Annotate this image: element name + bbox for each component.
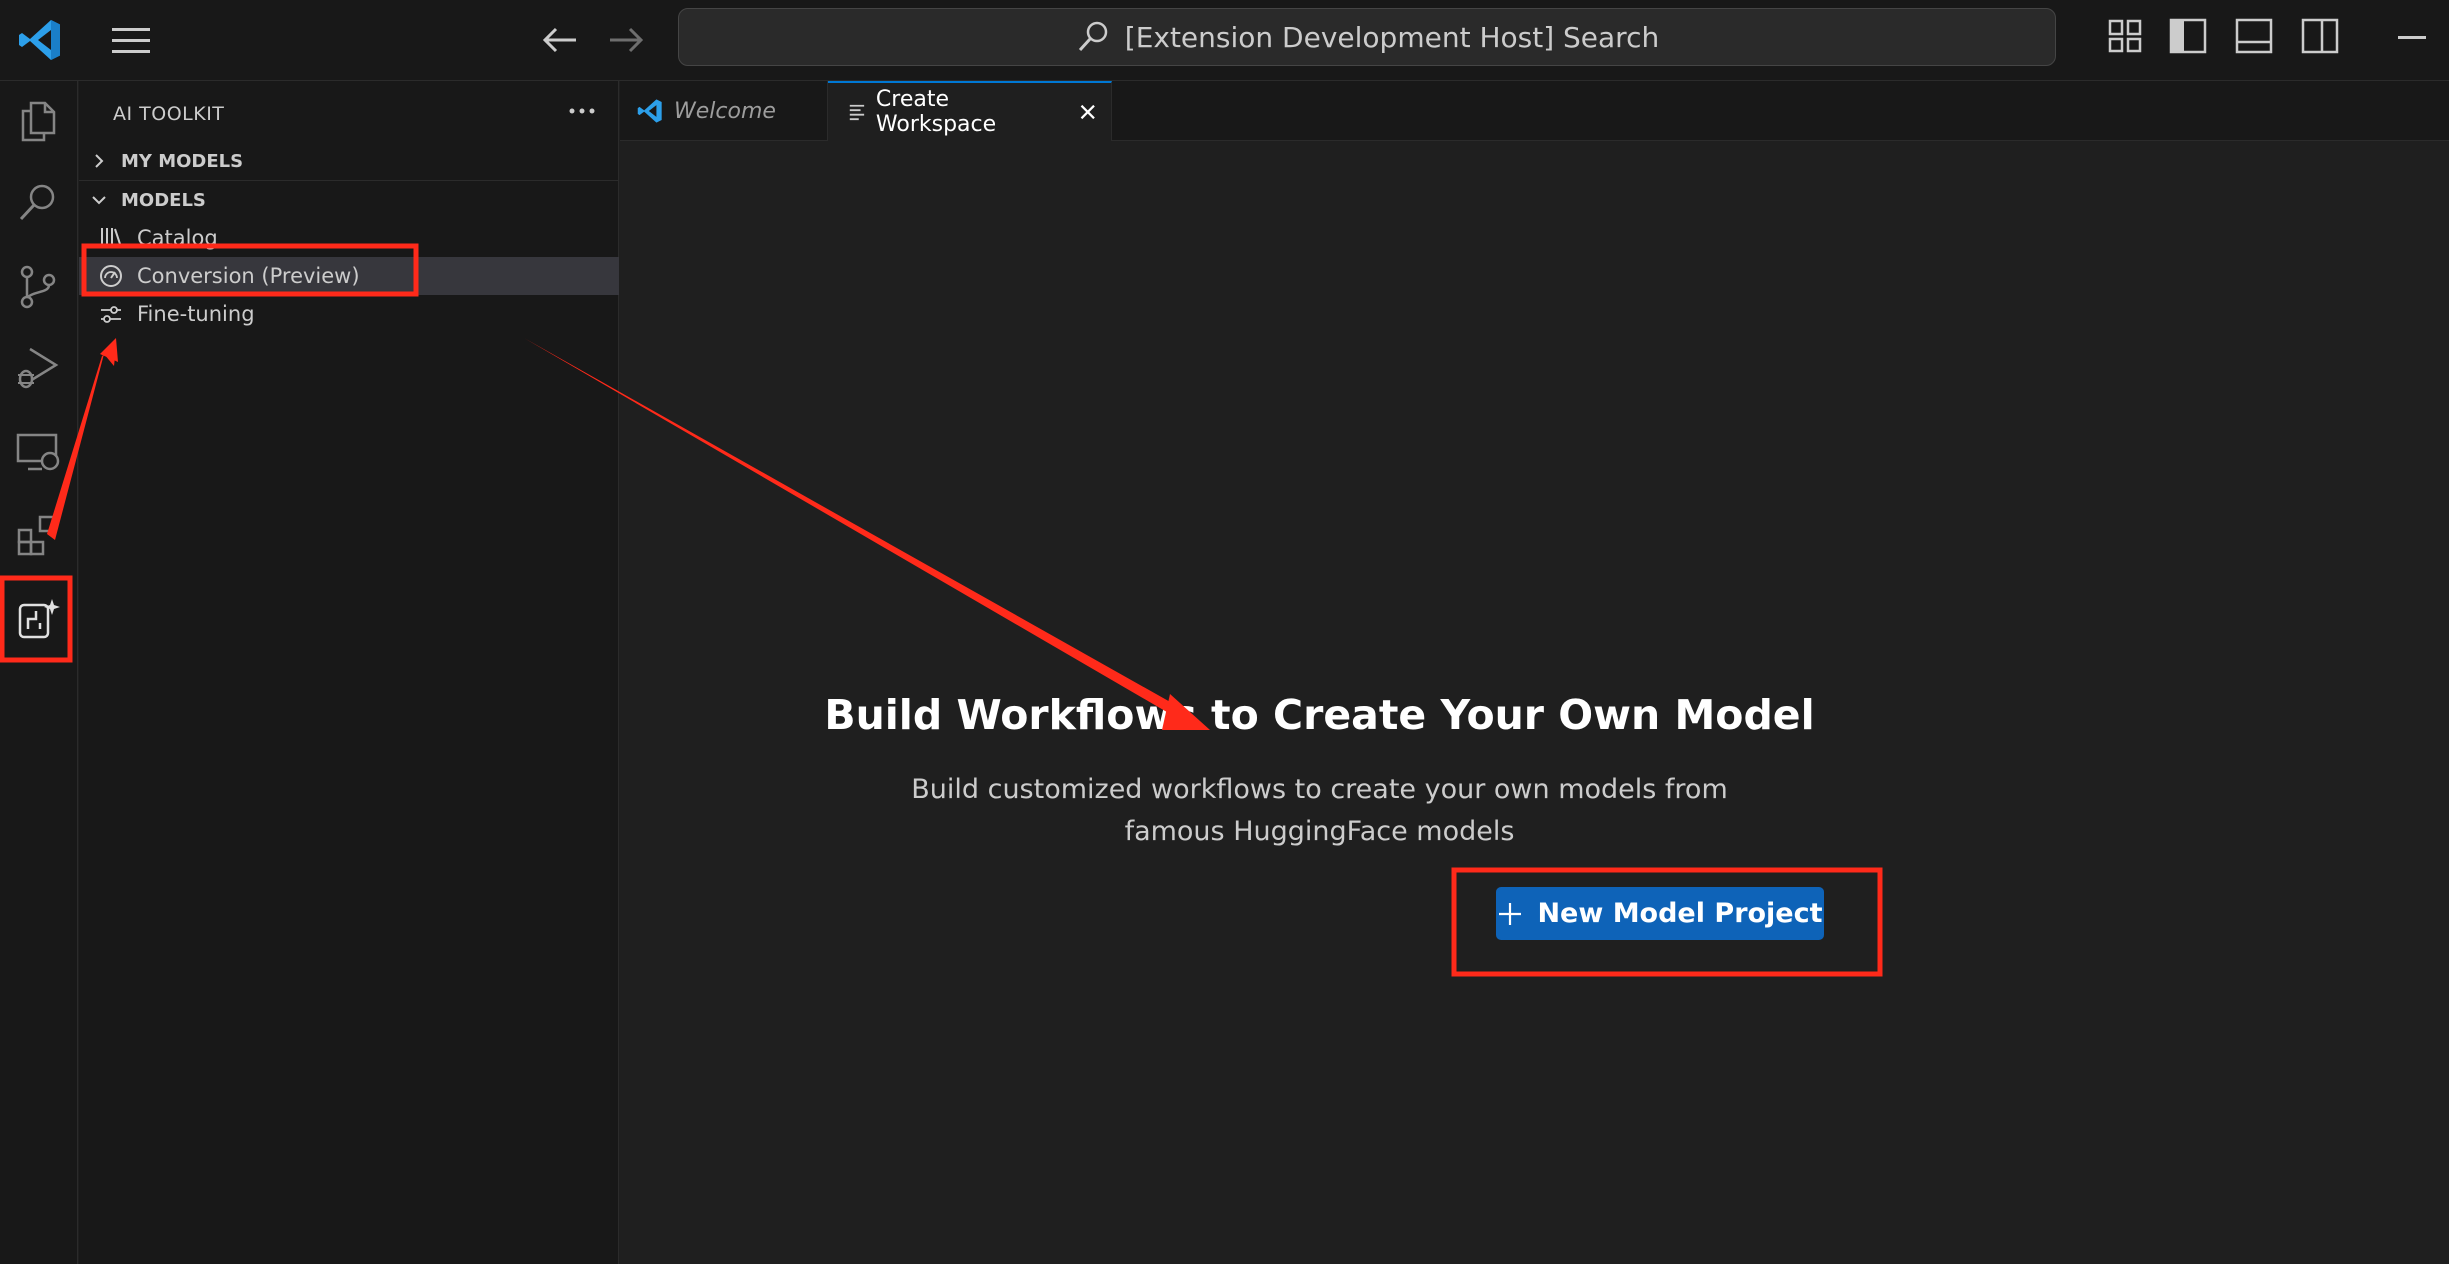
section-my-models[interactable]: MY MODELS xyxy=(79,142,619,180)
ai-toolkit-icon[interactable] xyxy=(14,595,62,643)
forward-arrow-icon[interactable] xyxy=(604,18,648,62)
hamburger-menu-icon[interactable] xyxy=(108,20,154,60)
sliders-icon xyxy=(101,306,121,323)
gauge-icon xyxy=(100,265,122,287)
extensions-icon[interactable] xyxy=(14,511,62,559)
tree-item-label: Catalog xyxy=(137,226,218,250)
remote-explorer-icon[interactable] xyxy=(14,427,62,475)
button-label: New Model Project xyxy=(1537,898,1823,929)
library-icon xyxy=(101,228,122,248)
tree-item-label: Conversion (Preview) xyxy=(137,264,360,288)
search-icon xyxy=(1078,21,1108,52)
title-bar: [Extension Development Host] Search xyxy=(0,0,2449,81)
chevron-right-icon xyxy=(95,154,104,168)
tab-label: Welcome xyxy=(674,98,776,124)
description-line-1: Build customized workflows to create you… xyxy=(911,774,1728,805)
vscode-logo-icon xyxy=(19,20,60,60)
editor-tabs: Welcome Create Workspace xyxy=(620,81,2449,141)
minimize-window-button[interactable] xyxy=(2398,36,2426,39)
tree-item-catalog[interactable]: Catalog xyxy=(79,219,619,257)
command-center-search[interactable]: [Extension Development Host] Search xyxy=(678,8,2056,66)
toggle-primary-sidebar-icon[interactable] xyxy=(2168,16,2208,56)
search-text: [Extension Development Host] Search xyxy=(1124,20,1660,54)
page-description: Build customized workflows to create you… xyxy=(280,769,2359,853)
search-icon[interactable] xyxy=(14,179,62,227)
activity-bar xyxy=(0,81,78,1264)
explorer-icon[interactable] xyxy=(14,97,62,145)
source-control-icon[interactable] xyxy=(14,263,62,311)
sidebar-title: AI TOOLKIT xyxy=(113,103,225,125)
vscode-logo-icon xyxy=(637,99,662,123)
section-models[interactable]: MODELS xyxy=(79,181,619,219)
tree-item-label: Fine-tuning xyxy=(137,302,255,326)
tab-welcome[interactable]: Welcome xyxy=(620,81,828,141)
ai-toolkit-sidebar: AI TOOLKIT MY MODELS MODELS Catalog Conv… xyxy=(79,81,619,1264)
toggle-secondary-sidebar-icon[interactable] xyxy=(2300,16,2340,56)
back-arrow-icon[interactable] xyxy=(538,18,582,62)
customize-layout-icon[interactable] xyxy=(2106,16,2146,56)
page-heading: Build Workflows to Create Your Own Model xyxy=(824,691,1815,739)
run-debug-icon[interactable] xyxy=(14,343,62,391)
tree-item-fine-tuning[interactable]: Fine-tuning xyxy=(79,295,619,333)
more-actions-icon[interactable] xyxy=(565,99,599,123)
new-model-project-button[interactable]: New Model Project xyxy=(1496,887,1824,940)
preview-document-icon xyxy=(849,104,865,121)
close-icon[interactable] xyxy=(1077,100,1099,124)
tab-create-workspace[interactable]: Create Workspace xyxy=(828,81,1112,141)
chevron-down-icon xyxy=(92,196,106,205)
tab-label: Create Workspace xyxy=(875,87,997,137)
tree-item-conversion[interactable]: Conversion (Preview) xyxy=(79,257,619,295)
toggle-panel-icon[interactable] xyxy=(2234,16,2274,56)
editor-content: Build Workflows to Create Your Own Model… xyxy=(620,141,2449,1264)
plus-icon xyxy=(1499,902,1522,925)
description-line-2: famous HuggingFace models xyxy=(1124,816,1515,847)
section-label: MY MODELS xyxy=(121,150,244,172)
section-label: MODELS xyxy=(121,189,206,211)
